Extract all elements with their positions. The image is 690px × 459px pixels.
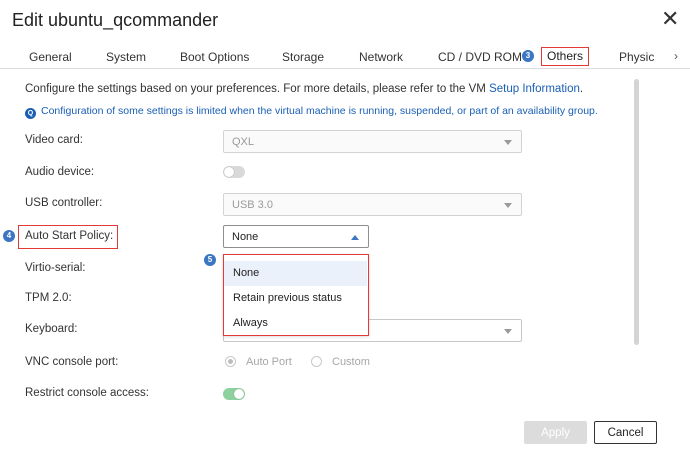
video-card-label: Video card: xyxy=(25,134,83,146)
vnc-console-port-label: VNC console port: xyxy=(25,356,119,368)
info-icon: Q xyxy=(25,108,36,119)
restrict-console-access-label: Restrict console access: xyxy=(25,387,149,399)
apply-button[interactable]: Apply xyxy=(524,421,587,444)
toggle-knob xyxy=(234,389,244,399)
dialog-title: Edit ubuntu_qcommander xyxy=(12,10,219,30)
tab-cd-dvd-rom[interactable]: CD / DVD ROM xyxy=(438,50,522,64)
custom-port-label: Custom xyxy=(332,356,370,368)
auto-start-policy-select[interactable]: None xyxy=(223,225,369,248)
auto-start-policy-label: Auto Start Policy: xyxy=(18,225,118,249)
cancel-button[interactable]: Cancel xyxy=(594,421,657,444)
notice-text: Configuration of some settings is limite… xyxy=(41,105,598,117)
keyboard-label: Keyboard: xyxy=(25,323,78,335)
audio-device-label: Audio device: xyxy=(25,166,95,178)
toggle-knob xyxy=(224,167,234,177)
usb-controller-value: USB 3.0 xyxy=(232,199,273,211)
auto-start-policy-value: None xyxy=(232,231,259,243)
chevron-down-icon xyxy=(504,140,512,145)
auto-start-policy-dropdown: None Retain previous status Always xyxy=(223,254,369,336)
step-badge-3: 3 xyxy=(522,50,534,62)
auto-port-radio[interactable] xyxy=(225,356,236,367)
dropdown-option-retain-previous-status[interactable]: Retain previous status xyxy=(224,286,367,311)
configuration-notice: Q Configuration of some settings is limit… xyxy=(25,105,598,119)
step-badge-4: 4 xyxy=(3,230,15,242)
tab-others[interactable]: Others xyxy=(541,47,589,66)
video-card-value: QXL xyxy=(232,136,255,148)
intro-text-end: . xyxy=(579,83,584,95)
tab-bar: General System Boot Options Storage Netw… xyxy=(0,46,690,70)
tab-network[interactable]: Network xyxy=(359,50,403,64)
content-scrollbar[interactable] xyxy=(634,79,639,345)
dropdown-option-always[interactable]: Always xyxy=(224,311,367,336)
tab-general[interactable]: General xyxy=(29,50,72,64)
restrict-console-access-toggle[interactable] xyxy=(223,388,245,400)
chevron-up-icon xyxy=(351,235,359,240)
virtio-serial-label: Virtio-serial: xyxy=(25,262,86,274)
video-card-select[interactable]: QXL xyxy=(223,130,522,153)
close-icon[interactable]: ✕ xyxy=(661,6,679,32)
tpm-label: TPM 2.0: xyxy=(25,292,72,304)
tab-divider xyxy=(0,68,690,69)
intro-text-body: Configure the settings based on your pre… xyxy=(25,83,486,95)
usb-controller-select[interactable]: USB 3.0 xyxy=(223,193,522,216)
tab-physical[interactable]: Physic xyxy=(619,50,654,64)
dropdown-option-none[interactable]: None xyxy=(224,261,367,286)
tab-boot-options[interactable]: Boot Options xyxy=(180,50,249,64)
tab-system[interactable]: System xyxy=(106,50,146,64)
chevron-down-icon xyxy=(504,329,512,334)
auto-port-label: Auto Port xyxy=(246,356,292,368)
intro-text: Configure the settings based on your pre… xyxy=(25,83,583,95)
usb-controller-label: USB controller: xyxy=(25,197,103,209)
audio-device-toggle[interactable] xyxy=(223,166,245,178)
step-badge-5: 5 xyxy=(204,254,216,266)
custom-port-radio[interactable] xyxy=(311,356,322,367)
setup-information-link[interactable]: Setup Information xyxy=(489,83,580,95)
tab-storage[interactable]: Storage xyxy=(282,50,324,64)
chevron-right-icon[interactable]: › xyxy=(674,49,678,63)
chevron-down-icon xyxy=(504,203,512,208)
